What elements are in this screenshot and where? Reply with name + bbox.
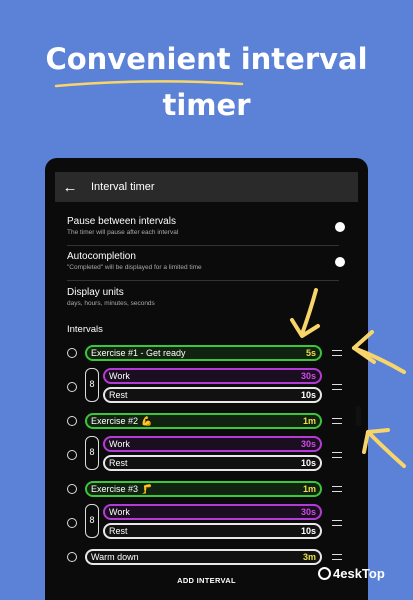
drag-handle-icon[interactable] — [332, 350, 342, 356]
interval-row-work[interactable]: Work 30s — [103, 436, 322, 452]
interval-duration: 1m — [302, 416, 316, 426]
toggle-autocompletion[interactable] — [335, 257, 345, 267]
interval-name: Exercise #3 — [91, 483, 139, 494]
arrow-left-icon — [352, 330, 406, 374]
watermark-text: 4eskTop — [333, 566, 385, 581]
intervals-section-label: Intervals — [67, 324, 103, 335]
interval-select-radio[interactable] — [67, 382, 77, 392]
drag-handle-icon[interactable] — [332, 554, 342, 560]
interval-name: Exercise #2 — [91, 415, 139, 426]
repeat-count-badge[interactable]: 8 — [85, 436, 99, 470]
toggle-pause-between-intervals[interactable] — [335, 222, 345, 232]
interval-name: Work — [109, 439, 130, 449]
back-arrow-icon[interactable]: ← — [55, 179, 85, 196]
setting-title: Autocompletion — [67, 251, 136, 262]
interval-name: Work — [109, 371, 130, 381]
setting-subtitle: "Completed" will be displayed for a limi… — [67, 264, 202, 271]
leg-icon: 🦵 — [141, 483, 153, 494]
interval-name: Rest — [109, 458, 128, 468]
underline-swash — [54, 80, 244, 88]
interval-row-exercise-3[interactable]: Exercise #3 🦵 1m — [85, 481, 322, 497]
setting-pause-between-intervals[interactable]: Pause between intervals The timer will p… — [67, 216, 345, 246]
interval-name-wrap: Exercise #3 🦵 — [91, 484, 152, 495]
interval-name: Exercise #1 - Get ready — [91, 348, 186, 358]
interval-duration: 30s — [300, 371, 316, 381]
interval-row-warm-down[interactable]: Warm down 3m — [85, 549, 322, 565]
app-bar-title: Interval timer — [91, 181, 155, 193]
interval-row-rest[interactable]: Rest 10s — [103, 523, 322, 539]
interval-duration: 10s — [300, 390, 316, 400]
interval-select-radio[interactable] — [67, 484, 77, 494]
drag-handle-icon[interactable] — [332, 452, 342, 458]
interval-duration: 10s — [300, 458, 316, 468]
setting-autocompletion[interactable]: Autocompletion "Completed" will be displ… — [67, 251, 345, 281]
watermark-logo-icon — [318, 567, 331, 580]
interval-row-rest[interactable]: Rest 10s — [103, 387, 322, 403]
interval-row-work[interactable]: Work 30s — [103, 368, 322, 384]
drag-handle-icon[interactable] — [332, 418, 342, 424]
interval-duration: 30s — [300, 507, 316, 517]
drag-handle-icon[interactable] — [332, 486, 342, 492]
setting-subtitle: The timer will pause after each interval — [67, 229, 179, 236]
interval-select-radio[interactable] — [67, 348, 77, 358]
flexed-bicep-icon: 💪 — [141, 415, 153, 426]
repeat-count-badge[interactable]: 8 — [85, 368, 99, 402]
interval-duration: 3m — [302, 552, 316, 562]
arrow-down-icon — [290, 288, 320, 338]
interval-select-radio[interactable] — [67, 450, 77, 460]
setting-title: Pause between intervals — [67, 216, 176, 227]
interval-name: Rest — [109, 390, 128, 400]
interval-row-work[interactable]: Work 30s — [103, 504, 322, 520]
interval-name: Rest — [109, 526, 128, 536]
interval-row-exercise-2[interactable]: Exercise #2 💪 1m — [85, 413, 322, 429]
drag-handle-icon[interactable] — [332, 520, 342, 526]
interval-name-wrap: Exercise #2 💪 — [91, 416, 152, 427]
arrow-up-left-icon — [362, 428, 406, 468]
watermark: 4eskTop — [318, 566, 385, 581]
interval-duration: 1m — [302, 484, 316, 494]
interval-row-exercise-1[interactable]: Exercise #1 - Get ready 5s — [85, 345, 322, 361]
interval-select-radio[interactable] — [67, 518, 77, 528]
tablet-screen: ← Interval timer Pause between intervals… — [45, 158, 368, 600]
interval-name: Warm down — [91, 552, 139, 562]
interval-select-radio[interactable] — [67, 416, 77, 426]
repeat-count-badge[interactable]: 8 — [85, 504, 99, 538]
interval-duration: 30s — [300, 439, 316, 449]
app-bar: ← Interval timer — [55, 172, 358, 202]
interval-name: Work — [109, 507, 130, 517]
drag-handle-icon[interactable] — [332, 384, 342, 390]
interval-row-rest[interactable]: Rest 10s — [103, 455, 322, 471]
interval-duration: 5s — [305, 348, 316, 358]
interval-duration: 10s — [300, 526, 316, 536]
interval-select-radio[interactable] — [67, 552, 77, 562]
